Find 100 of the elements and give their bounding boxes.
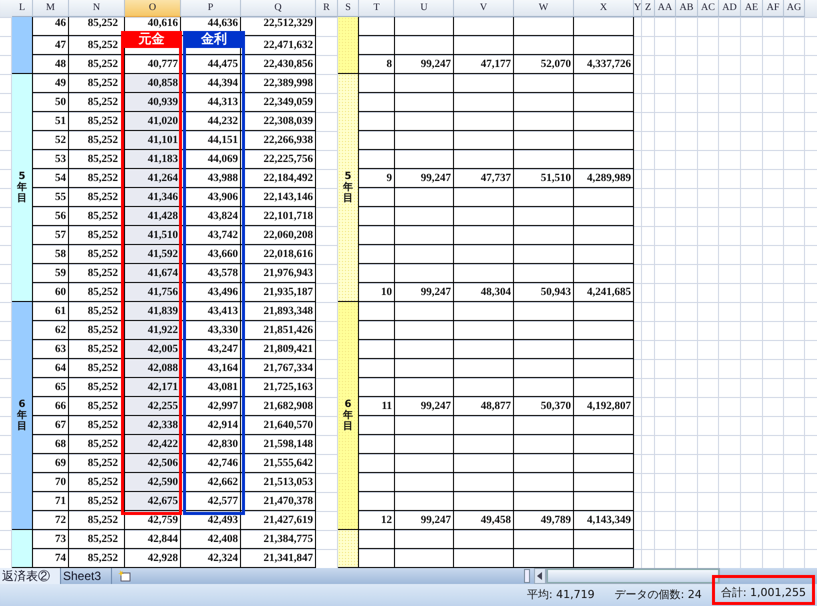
table-cell [395, 321, 454, 340]
column-header[interactable]: V [454, 0, 514, 17]
table-cell [514, 74, 574, 93]
table-cell: 21,809,421 [241, 340, 316, 359]
table-cell: 42,005 [125, 340, 181, 359]
table-cell [359, 245, 395, 264]
table-cell: 85,252 [69, 530, 125, 549]
table-cell [454, 112, 514, 131]
column-header[interactable]: S [338, 0, 359, 17]
table-cell: 55 [33, 188, 69, 207]
column-header[interactable]: AE [741, 0, 763, 17]
table-cell: 22,225,756 [241, 150, 316, 169]
year-label: 5年目 [338, 74, 359, 302]
column-header[interactable]: O [125, 0, 181, 17]
table-cell: 22,349,059 [241, 93, 316, 112]
table-cell: 49 [33, 74, 69, 93]
split-handle[interactable] [524, 569, 530, 583]
table-cell: 21,555,642 [241, 454, 316, 473]
column-header[interactable]: AA [655, 0, 676, 17]
table-cell: 50,370 [514, 397, 574, 416]
table-cell [359, 416, 395, 435]
column-header[interactable]: P [181, 0, 241, 17]
column-header[interactable]: N [69, 0, 125, 17]
column-header[interactable]: Y [634, 0, 642, 17]
table-cell [359, 321, 395, 340]
table-cell [574, 473, 634, 492]
table-cell [514, 245, 574, 264]
table-cell [395, 302, 454, 321]
column-header[interactable]: AB [676, 0, 698, 17]
table-cell [359, 473, 395, 492]
table-cell [395, 473, 454, 492]
table-cell: 21,640,570 [241, 416, 316, 435]
table-cell [454, 492, 514, 511]
table-cell: 43,081 [181, 378, 241, 397]
table-cell [454, 150, 514, 169]
table-cell: 9 [359, 169, 395, 188]
new-sheet-icon[interactable] [118, 570, 132, 582]
table-cell: 10 [359, 283, 395, 302]
column-header[interactable]: U [395, 0, 454, 17]
table-cell [574, 264, 634, 283]
table-cell: 22,266,938 [241, 131, 316, 150]
table-cell: 21,513,053 [241, 473, 316, 492]
table-cell: 50 [33, 93, 69, 112]
table-cell [395, 435, 454, 454]
table-cell: 40,858 [125, 74, 181, 93]
table-cell: 41,264 [125, 169, 181, 188]
table-cell: 43,742 [181, 226, 241, 245]
table-cell [454, 321, 514, 340]
column-header[interactable]: AD [719, 0, 741, 17]
table-cell [359, 302, 395, 321]
table-cell: 51,510 [514, 169, 574, 188]
table-cell: 68 [33, 435, 69, 454]
table-cell: 11 [359, 397, 395, 416]
table-cell [514, 416, 574, 435]
column-header[interactable]: Z [642, 0, 655, 17]
table-cell [395, 207, 454, 226]
table-cell: 42,338 [125, 416, 181, 435]
table-cell [574, 112, 634, 131]
table-cell [359, 112, 395, 131]
table-cell: 59 [33, 264, 69, 283]
table-cell [359, 454, 395, 473]
table-cell [359, 93, 395, 112]
table-cell: 42,255 [125, 397, 181, 416]
table-cell [395, 264, 454, 283]
table-cell: 64 [33, 359, 69, 378]
scroll-left-button[interactable] [534, 568, 546, 584]
table-cell: 99,247 [395, 55, 454, 74]
table-cell: 42,746 [181, 454, 241, 473]
year-label: 5年目 [12, 74, 33, 302]
table-cell [359, 378, 395, 397]
table-cell: 62 [33, 321, 69, 340]
sheet-tab[interactable]: 返済表② [0, 568, 61, 584]
column-header[interactable]: AG [784, 0, 805, 17]
table-cell [574, 359, 634, 378]
table-cell [574, 416, 634, 435]
table-cell [395, 492, 454, 511]
column-header[interactable]: AC [698, 0, 719, 17]
column-header[interactable]: L [12, 0, 33, 17]
table-cell [514, 359, 574, 378]
table-cell [454, 245, 514, 264]
table-cell [359, 264, 395, 283]
table-cell: 49,458 [454, 511, 514, 530]
year-label: 6年目 [338, 302, 359, 530]
table-cell [514, 454, 574, 473]
table-cell [395, 359, 454, 378]
table-cell [514, 17, 574, 36]
column-header[interactable]: R [316, 0, 338, 17]
table-cell: 60 [33, 283, 69, 302]
column-header[interactable]: T [359, 0, 395, 17]
table-cell: 41,674 [125, 264, 181, 283]
table-cell [514, 112, 574, 131]
table-cell: 12 [359, 511, 395, 530]
table-cell: 40,939 [125, 93, 181, 112]
column-header[interactable]: AF [763, 0, 784, 17]
table-cell: 21,767,334 [241, 359, 316, 378]
column-header[interactable]: Q [241, 0, 316, 17]
column-header[interactable]: X [574, 0, 634, 17]
status-text: 合計: 1,001,255 [712, 575, 815, 605]
column-header[interactable]: M [33, 0, 69, 17]
column-header[interactable]: W [514, 0, 574, 17]
